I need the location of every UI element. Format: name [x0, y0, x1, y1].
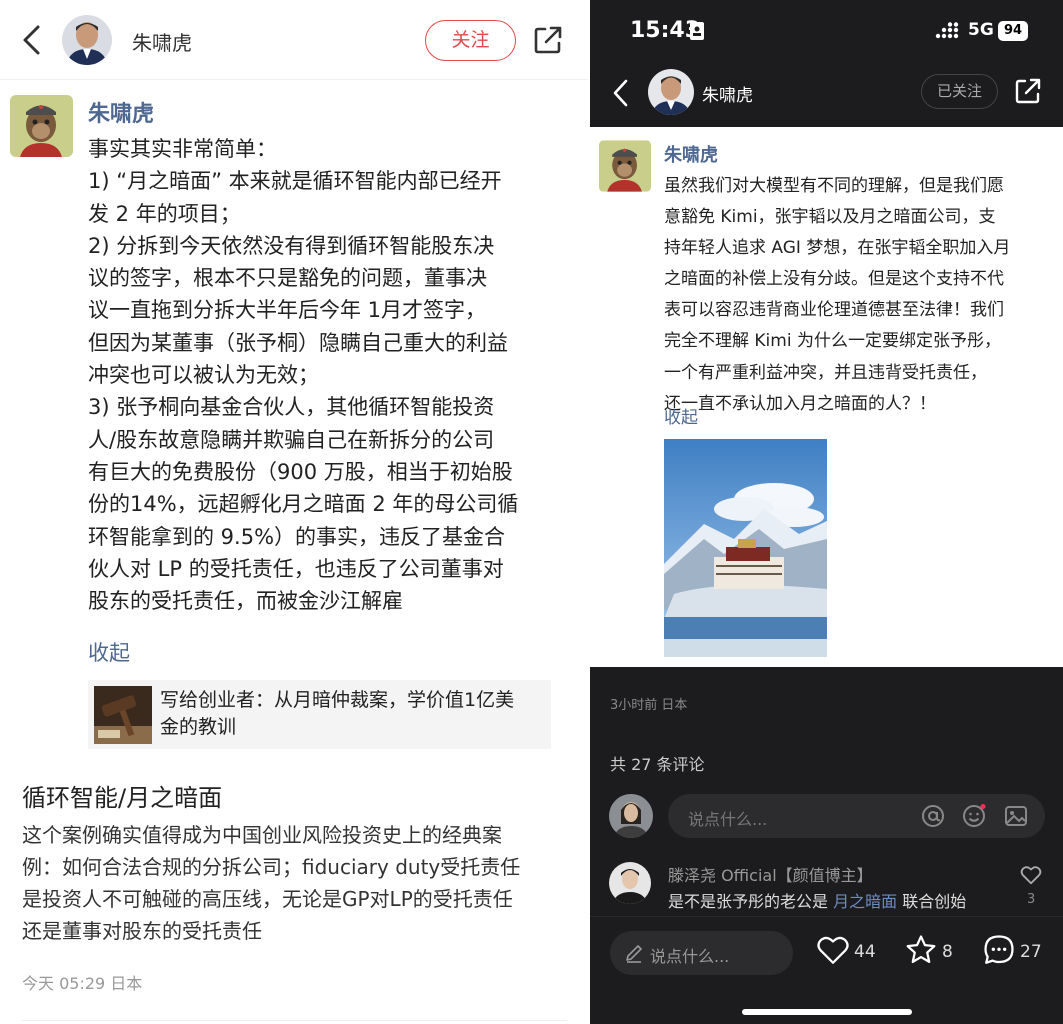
post-author-avatar[interactable] [10, 95, 73, 157]
favorite-button[interactable]: 8 [904, 933, 956, 969]
my-avatar [609, 794, 653, 838]
post-line: 还一直不承认加入月之暗面的人？！ [664, 393, 936, 414]
post-line: 一个有严重利益冲突，并且违背受托责任， [664, 362, 987, 383]
like-count: 44 [854, 942, 876, 962]
collapse-link[interactable]: 收起 [664, 403, 698, 428]
article-title-line: 写给创业者：从月暗仲裁案，学价值1亿美 [160, 689, 515, 711]
post-author-name[interactable]: 朱啸虎 [88, 96, 154, 128]
post-line: 议一直拖到分拆大半年后今年 1月才签字， [88, 298, 487, 323]
signal-icon [935, 22, 959, 39]
commenter-name[interactable]: 滕泽尧 Official【颜值博主】 [668, 862, 873, 886]
author-avatar[interactable] [648, 69, 694, 115]
commenter-avatar[interactable] [609, 862, 651, 904]
author-name[interactable]: 朱啸虎 [132, 27, 192, 56]
comment-like-icon[interactable] [1020, 864, 1042, 886]
follow-button[interactable]: 关注 [425, 20, 516, 61]
topic-description: 这个案例确实值得成为中国创业风险投资史上的经典案 例：如何合法合规的分拆公司；f… [22, 819, 562, 947]
author-avatar[interactable] [62, 15, 112, 65]
post-line: 2) 分拆到今天依然没有得到循环智能股东决 [88, 233, 495, 258]
post-line: 环智能拿到的 9.5%）的事实，违反了基金合 [88, 524, 506, 549]
post-line: 但因为某董事（张予桐）隐瞒自己重大的利益 [88, 330, 508, 355]
comment-text-part: 是不是张予彤的老公是 [668, 892, 834, 911]
post-line: 冲突也可以被认为无效； [88, 363, 319, 388]
network-type: 5G [968, 20, 994, 40]
comment-button[interactable]: 27 [982, 933, 1046, 969]
search-tag-link[interactable]: 月之暗面 [833, 892, 897, 911]
collapse-link[interactable]: 收起 [88, 637, 130, 667]
topic-line: 还是董事对股东的受托责任 [22, 919, 262, 943]
post-line: 人/股东故意隐瞒并欺骗自己在新拆分的公司 [88, 427, 495, 452]
id-card-icon [690, 22, 704, 40]
battery-level: 94 [998, 21, 1028, 41]
post-card: 朱啸虎 虽然我们对大模型有不同的理解，但是我们愿 意豁免 Kimi，张宇韬以及月… [590, 127, 1063, 667]
comment-total: 27 [1020, 942, 1042, 962]
post-line: 有巨大的免费股份（900 万股，相当于初始股 [88, 459, 513, 484]
comment-input-placeholder: 说点什么... [688, 810, 768, 829]
article-thumbnail [94, 686, 152, 744]
post-line: 完全不理解 Kimi 为什么一定要绑定张予彤， [664, 331, 1001, 352]
home-indicator [742, 1009, 912, 1015]
favorite-count: 8 [942, 942, 953, 962]
topic-line: 这个案例确实值得成为中国创业风险投资史上的经典案 [22, 823, 502, 847]
comment-count: 共 27 条评论 [610, 755, 705, 774]
right-screenshot: 15:43 5G 94 朱啸虎 已关注 朱啸虎 虽然我们对大模型有不同的理解，但… [590, 0, 1063, 1024]
topic-line: 例：如何合法合规的分拆公司；fiduciary duty受托责任 [22, 855, 521, 879]
topic-line: 是投资人不可触碰的高压线，无论是GP对LP的受托责任 [22, 887, 513, 911]
post-line: 事实其实非常简单： [88, 137, 277, 161]
post-line: 持年轻人追求 AGI 梦想，在张宇韬全职加入月 [664, 238, 1011, 259]
post-photo[interactable] [664, 439, 827, 657]
bottom-comment-input[interactable]: 说点什么... [610, 931, 793, 975]
heart-icon [817, 936, 849, 964]
post-line: 3) 张予桐向基金合伙人，其他循环智能投资 [88, 395, 495, 420]
comment-like-count: 3 [1027, 892, 1036, 907]
article-title: 写给创业者：从月暗仲裁案，学价值1亿美 金的教训 [160, 687, 545, 741]
pen-icon [626, 945, 642, 963]
top-nav-bar: 朱啸虎 已关注 [590, 62, 1063, 126]
comment-bubble-icon [984, 935, 1014, 964]
star-icon [906, 935, 936, 964]
divider [22, 1020, 567, 1021]
post-line: 伙人对 LP 的受托责任，也违反了公司董事对 [88, 556, 504, 581]
comment-input[interactable]: 说点什么... [668, 794, 1045, 838]
emoji-icon[interactable] [962, 804, 986, 828]
post-line: 1) “月之暗面” 本来就是循环智能内部已经开 [88, 169, 502, 194]
comment-text-part: 联合创始 [897, 892, 967, 911]
post-line: 虽然我们对大模型有不同的理解，但是我们愿 [664, 176, 1004, 196]
topic-title[interactable]: 循环智能/月之暗面 [22, 778, 222, 813]
bottom-input-placeholder: 说点什么... [650, 947, 730, 966]
share-icon[interactable] [532, 24, 564, 56]
back-arrow-icon[interactable] [18, 24, 46, 56]
like-button[interactable]: 44 [816, 933, 880, 969]
bottom-action-bar: 说点什么... 44 8 27 [590, 916, 1063, 1024]
post-line: 发 2 年的项目； [88, 201, 241, 226]
article-title-line: 金的教训 [160, 716, 237, 738]
linked-article-card[interactable]: 写给创业者：从月暗仲裁案，学价值1亿美 金的教训 [88, 680, 551, 749]
post-line: 之暗面的补偿上没有分歧。但是这个支持不代 [664, 269, 1004, 290]
following-button[interactable]: 已关注 [921, 74, 998, 109]
share-icon[interactable] [1014, 77, 1042, 105]
post-timestamp: 3小时前 日本 [610, 698, 688, 713]
post-line: 份的14%，远超孵化月之暗面 2 年的母公司循 [88, 492, 519, 517]
post-line: 意豁免 Kimi，张宇韬以及月之暗面公司，支 [664, 207, 996, 228]
post-author-avatar[interactable] [599, 140, 651, 192]
post-line: 股东的受托责任，而被金沙江解雇 [88, 589, 403, 614]
post-line: 议的签字，根本不只是豁免的问题，董事决 [88, 266, 487, 291]
post-line: 表可以容忍违背商业伦理道德甚至法律！我们 [664, 300, 1004, 321]
back-arrow-icon[interactable] [610, 78, 632, 108]
author-name[interactable]: 朱啸虎 [702, 81, 753, 106]
top-nav-bar: 朱啸虎 关注 [0, 0, 588, 80]
comment-text: 是不是张予彤的老公是 月之暗面 联合创始 [668, 888, 966, 912]
image-icon[interactable] [1004, 804, 1028, 828]
left-screenshot: 朱啸虎 关注 朱啸虎 事实其实非常简单： 1) “月之暗面” 本来就是循环智能内… [0, 0, 588, 1024]
post-body: 事实其实非常简单： 1) “月之暗面” 本来就是循环智能内部已经开 发 2 年的… [88, 133, 558, 617]
post-author-name[interactable]: 朱啸虎 [664, 141, 718, 167]
post-timestamp: 今天 05:29 日本 [22, 974, 143, 993]
post-body: 虽然我们对大模型有不同的理解，但是我们愿 意豁免 Kimi，张宇韬以及月之暗面公… [664, 171, 1059, 420]
at-mention-icon[interactable] [921, 804, 945, 828]
